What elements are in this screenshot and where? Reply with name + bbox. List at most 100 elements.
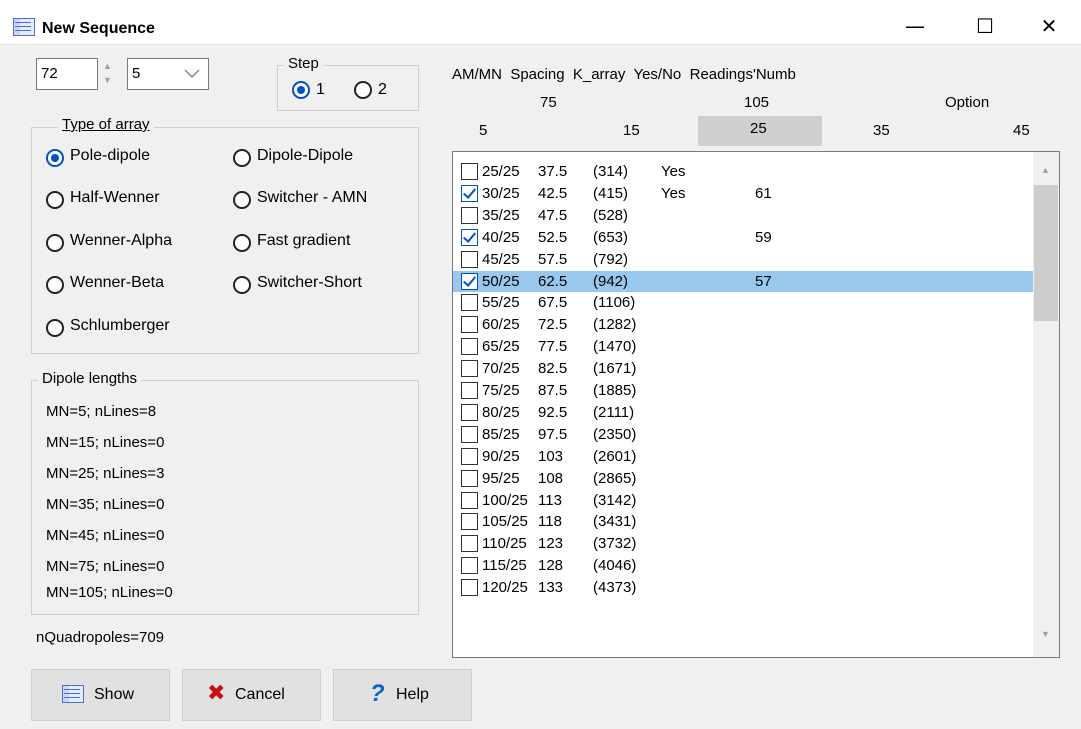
row-checkbox[interactable] [461,338,478,356]
checklist-row[interactable]: 60/25 72.5 (1282) [453,314,1033,335]
scroll-down-icon[interactable]: ▼ [1041,629,1050,639]
row-checkbox[interactable] [461,469,478,487]
row-checkbox[interactable] [461,316,478,334]
close-button[interactable]: ✕ [1026,10,1072,42]
minimize-button[interactable]: — [892,10,938,42]
maximize-button[interactable]: ☐ [962,10,1008,42]
tab-5[interactable]: 5 [479,122,487,139]
checklist-row[interactable]: 110/25 123 (3732) [453,533,1033,554]
row-checkbox[interactable] [461,513,478,531]
tab-105[interactable]: 105 [744,94,769,111]
radio-schlumberger[interactable] [46,319,64,337]
value-dropdown[interactable]: 5 [127,58,209,90]
cancel-button[interactable]: ✖ Cancel [182,669,321,721]
row-amn: 65/25 [482,338,520,356]
tab-option[interactable]: Option [945,94,989,111]
row-spacing: 108 [538,469,564,487]
checklist-row[interactable]: 115/25 128 (4046) [453,555,1033,576]
show-button[interactable]: Show [31,669,170,721]
row-checkbox[interactable] [461,294,478,312]
row-k: (528) [593,206,629,224]
row-k: (3142) [593,491,637,509]
row-checkbox[interactable] [461,579,478,597]
row-checkbox[interactable] [461,425,478,443]
row-amn: 30/25 [482,184,520,202]
row-checkbox[interactable] [461,447,478,465]
row-checkbox[interactable] [461,184,478,202]
radio-switcher-amn[interactable] [233,191,251,209]
checklist-row[interactable]: 100/25 113 (3142) [453,490,1033,511]
radio-wenner-alpha[interactable] [46,234,64,252]
radio-half-wenner[interactable] [46,191,64,209]
checklist-row[interactable]: 30/25 42.5 (415) Yes 61 [453,183,1033,204]
checklist-row[interactable]: 70/25 82.5 (1671) [453,358,1033,379]
checklist-row[interactable]: 55/25 67.5 (1106) [453,292,1033,313]
checklist-row[interactable]: 80/25 92.5 (2111) [453,402,1033,423]
spin-down-icon[interactable]: ▼ [103,76,112,85]
dipole-line: MN=75; nLines=0 [46,558,165,575]
row-checkbox[interactable] [461,360,478,378]
checklist-row[interactable]: 35/25 47.5 (528) [453,205,1033,226]
row-checkbox[interactable] [461,403,478,421]
row-amn: 95/25 [482,469,520,487]
radio-wenner-beta[interactable] [46,276,64,294]
row-k: (4046) [593,557,637,575]
row-checkbox[interactable] [461,250,478,268]
row-checkbox[interactable] [461,535,478,553]
checklist-row[interactable]: 105/25 118 (3431) [453,511,1033,532]
checklist-row[interactable]: 65/25 77.5 (1470) [453,336,1033,357]
row-amn: 105/25 [482,513,528,531]
number-input[interactable]: 72 [36,58,98,90]
vertical-scrollbar[interactable]: ▲ ▼ [1033,152,1059,657]
radio-dipole-dipole[interactable] [233,149,251,167]
row-k: (3732) [593,535,637,553]
row-checkbox[interactable] [461,272,478,290]
dipole-line: MN=15; nLines=0 [46,434,165,451]
checklist-row[interactable]: 90/25 103 (2601) [453,446,1033,467]
tab-15[interactable]: 15 [623,122,640,139]
checklist-row[interactable]: 75/25 87.5 (1885) [453,380,1033,401]
row-checkbox[interactable] [461,206,478,224]
row-k: (653) [593,228,629,246]
label-switcher-amn: Switcher - AMN [257,189,368,206]
checklist-row[interactable]: 25/25 37.5 (314) Yes [453,161,1033,182]
spin-up-icon[interactable]: ▲ [103,62,112,71]
radio-pole-dipole[interactable] [46,149,64,167]
checklist-row[interactable]: 95/25 108 (2865) [453,468,1033,489]
help-button[interactable]: ? Help [333,669,472,721]
scroll-thumb[interactable] [1034,185,1058,321]
columns-header: AM/MN Spacing K_array Yes/No Readings'Nu… [452,66,796,83]
scroll-up-icon[interactable]: ▲ [1041,165,1050,175]
tab-35[interactable]: 35 [873,122,890,139]
checklist-row[interactable]: 45/25 57.5 (792) [453,249,1033,270]
help-label: Help [396,686,429,703]
row-k: (1470) [593,338,637,356]
window-title: New Sequence [42,20,155,37]
row-k: (2601) [593,447,637,465]
row-yn: Yes [661,184,686,202]
checklist-row[interactable]: 50/25 62.5 (942) 57 [453,270,1033,292]
row-spacing: 42.5 [538,184,568,202]
tab-25[interactable]: 25 [750,120,767,137]
dipole-line: MN=35; nLines=0 [46,496,165,513]
radio-fast-gradient[interactable] [233,234,251,252]
row-checkbox[interactable] [461,163,478,180]
row-yn: Yes [661,163,686,180]
row-k: (1671) [593,360,637,378]
radio-switcher-short[interactable] [233,276,251,294]
sequence-checklist[interactable]: 25/25 37.5 (314) Yes 30/25 42.5 (415) Yes 61 35/2… [452,151,1060,658]
cancel-label: Cancel [235,686,285,703]
number-input-value: 72 [41,65,58,82]
checklist-row[interactable]: 40/25 52.5 (653) 59 [453,227,1033,248]
row-readings: 61 [755,184,772,202]
step-radio-1[interactable] [292,81,310,99]
step-radio-2[interactable] [354,81,372,99]
row-checkbox[interactable] [461,228,478,246]
row-checkbox[interactable] [461,382,478,399]
checklist-row[interactable]: 85/25 97.5 (2350) [453,424,1033,445]
row-checkbox[interactable] [461,491,478,509]
checklist-row[interactable]: 120/25 133 (4373) [453,577,1033,598]
tab-45[interactable]: 45 [1013,122,1030,139]
row-checkbox[interactable] [461,557,478,575]
tab-75[interactable]: 75 [540,94,557,111]
